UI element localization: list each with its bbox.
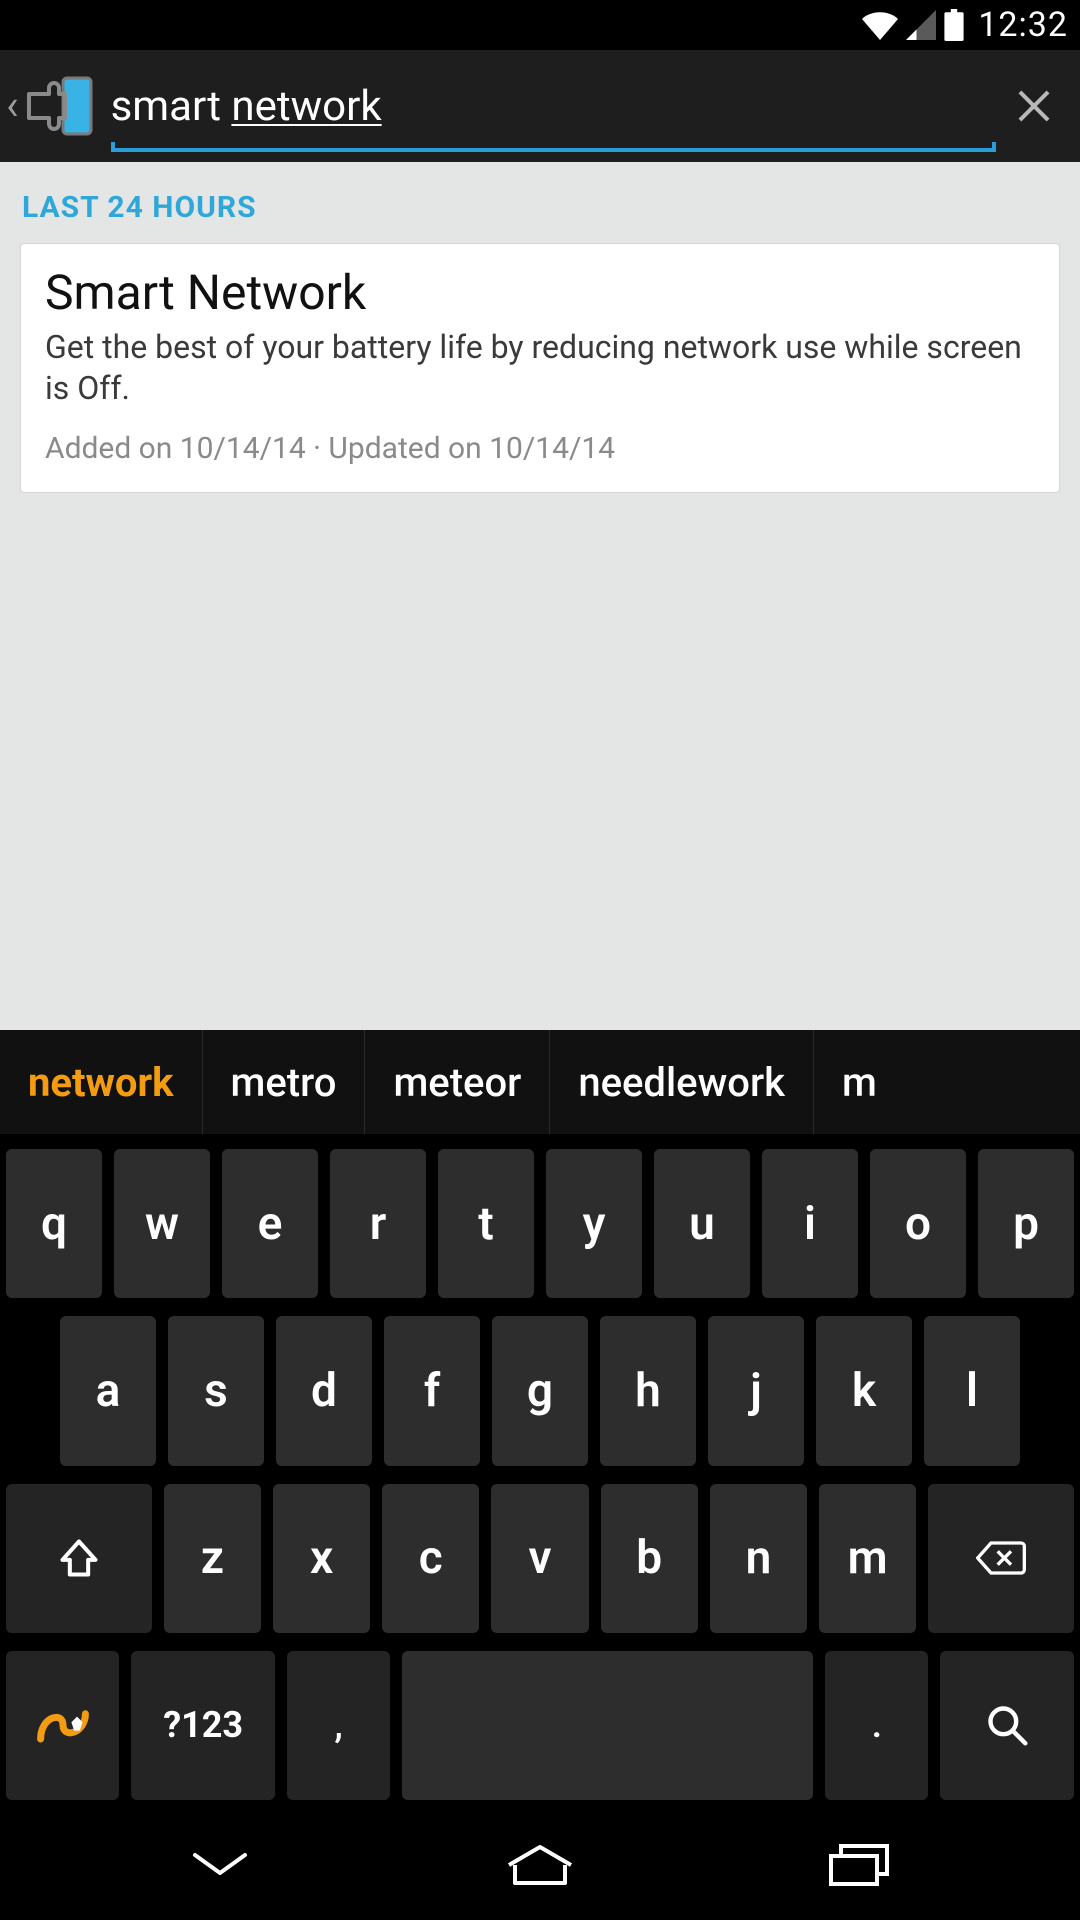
key-t[interactable]: t xyxy=(438,1149,534,1298)
key-x[interactable]: x xyxy=(273,1484,370,1633)
result-meta: Added on 10/14/14 · Updated on 10/14/14 xyxy=(45,431,1035,466)
wifi-icon xyxy=(862,10,898,40)
nav-recents-button[interactable] xyxy=(800,1830,920,1900)
suggestion-primary[interactable]: network xyxy=(0,1030,203,1134)
key-a[interactable]: a xyxy=(60,1316,156,1465)
key-s[interactable]: s xyxy=(168,1316,264,1465)
soft-keyboard: network metro meteor needlework m q w e … xyxy=(0,1030,1080,1810)
status-time: 12:32 xyxy=(978,5,1068,45)
result-description: Get the best of your battery life by red… xyxy=(45,327,1035,409)
key-l[interactable]: l xyxy=(924,1316,1020,1465)
key-r[interactable]: r xyxy=(330,1149,426,1298)
key-swype[interactable] xyxy=(6,1651,119,1800)
key-b[interactable]: b xyxy=(601,1484,698,1633)
key-backspace[interactable] xyxy=(928,1484,1074,1633)
status-bar: 12:32 xyxy=(0,0,1080,50)
back-caret-icon: ‹ xyxy=(6,85,19,127)
action-bar: ‹ smart network xyxy=(0,50,1080,162)
suggestion-row: network metro meteor needlework m xyxy=(0,1030,1080,1135)
key-p[interactable]: p xyxy=(978,1149,1074,1298)
key-shift[interactable] xyxy=(6,1484,152,1633)
key-space[interactable] xyxy=(402,1651,813,1800)
battery-icon xyxy=(944,9,964,41)
key-f[interactable]: f xyxy=(384,1316,480,1465)
key-c[interactable]: c xyxy=(382,1484,479,1633)
key-n[interactable]: n xyxy=(710,1484,807,1633)
cell-signal-icon xyxy=(906,10,936,40)
key-d[interactable]: d xyxy=(276,1316,372,1465)
section-header: LAST 24 HOURS xyxy=(22,190,1058,225)
key-k[interactable]: k xyxy=(816,1316,912,1465)
key-h[interactable]: h xyxy=(600,1316,696,1465)
key-rows: q w e r t y u i o p a s d f g h j k l xyxy=(0,1135,1080,1810)
result-title: Smart Network xyxy=(45,264,1035,321)
key-symbols[interactable]: ?123 xyxy=(131,1651,275,1800)
result-card[interactable]: Smart Network Get the best of your batte… xyxy=(20,243,1060,493)
search-input[interactable]: smart network xyxy=(111,82,382,131)
key-m[interactable]: m xyxy=(819,1484,916,1633)
suggestion[interactable]: metro xyxy=(203,1030,366,1134)
key-w[interactable]: w xyxy=(114,1149,210,1298)
key-o[interactable]: o xyxy=(870,1149,966,1298)
key-z[interactable]: z xyxy=(164,1484,261,1633)
key-e[interactable]: e xyxy=(222,1149,318,1298)
nav-bar xyxy=(0,1810,1080,1920)
clear-search-button[interactable] xyxy=(1004,76,1064,136)
nav-home-button[interactable] xyxy=(480,1830,600,1900)
key-j[interactable]: j xyxy=(708,1316,804,1465)
key-u[interactable]: u xyxy=(654,1149,750,1298)
app-icon xyxy=(21,72,97,140)
key-search[interactable] xyxy=(940,1651,1074,1800)
key-period[interactable]: . xyxy=(825,1651,928,1800)
suggestion[interactable]: meteor xyxy=(365,1030,550,1134)
back-button[interactable]: ‹ xyxy=(6,72,97,140)
key-y[interactable]: y xyxy=(546,1149,642,1298)
key-g[interactable]: g xyxy=(492,1316,588,1465)
nav-back-button[interactable] xyxy=(160,1830,280,1900)
key-comma[interactable]: , xyxy=(287,1651,390,1800)
suggestion[interactable]: needlework xyxy=(550,1030,814,1134)
key-i[interactable]: i xyxy=(762,1149,858,1298)
search-field[interactable]: smart network xyxy=(111,50,996,162)
search-underline xyxy=(111,148,996,152)
search-results[interactable]: LAST 24 HOURS Smart Network Get the best… xyxy=(0,162,1080,1030)
key-v[interactable]: v xyxy=(491,1484,588,1633)
key-q[interactable]: q xyxy=(6,1149,102,1298)
suggestion[interactable]: m xyxy=(814,1030,905,1134)
